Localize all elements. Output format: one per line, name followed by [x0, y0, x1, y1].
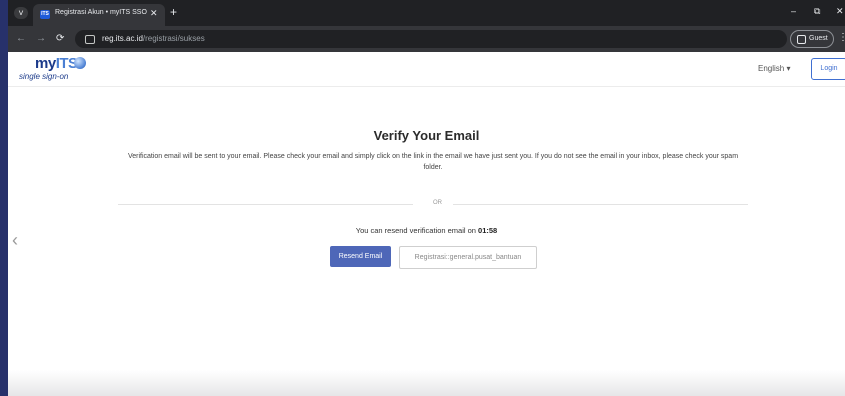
profile-button[interactable]: Guest [790, 30, 834, 48]
site-header: myITS single sign-on English ▾ Login [8, 52, 845, 87]
language-selector[interactable]: English ▾ [758, 64, 790, 73]
help-center-button[interactable]: Registrasi::general.pusat_bantuan [399, 246, 537, 269]
or-divider: OR [118, 199, 748, 209]
login-button[interactable]: Login [811, 58, 845, 80]
url-path: /registrasi/sukses [142, 34, 205, 43]
logo-subtitle: single sign-on [19, 72, 69, 81]
its-favicon-icon: ITS [40, 10, 50, 19]
close-window-button[interactable]: ✕ [836, 6, 844, 17]
new-tab-button[interactable]: + [170, 5, 177, 19]
back-button[interactable]: ← [16, 33, 26, 44]
resend-prefix: You can resend verification email on [355, 226, 479, 235]
site-info-icon[interactable] [85, 35, 95, 44]
restore-button[interactable]: ⧉ [814, 6, 820, 17]
page-title: Verify Your Email [373, 128, 480, 143]
url-domain: reg.its.ac.id [102, 34, 143, 43]
globe-icon [74, 57, 86, 69]
tab-close-icon[interactable]: ✕ [150, 8, 158, 19]
verification-description: Verification email will be sent to your … [127, 153, 739, 171]
countdown-timer: 01:58 [478, 226, 498, 235]
myits-logo[interactable]: myITS [35, 55, 78, 72]
page-footer [8, 370, 845, 396]
minimize-button[interactable]: – [791, 6, 796, 16]
forward-button[interactable]: → [36, 33, 46, 44]
browser-menu-icon[interactable]: ⋮ [838, 32, 845, 43]
browser-tab[interactable]: ITS Registrasi Akun • myITS SSO ✕ [33, 4, 165, 26]
browser-toolbar: ← → ⟳ reg.its.ac.id/registrasi/sukses Gu… [8, 26, 845, 52]
tab-search-button[interactable]: ˅ [14, 7, 28, 19]
divider-line-left [118, 204, 413, 205]
page-content: myITS single sign-on English ▾ Login ‹ V… [8, 52, 845, 396]
person-icon [797, 35, 806, 44]
resend-countdown-text: You can resend verification email on 01:… [8, 226, 845, 235]
profile-label: Guest [809, 35, 828, 42]
tab-title: Registrasi Akun • myITS SSO [55, 9, 147, 16]
logo-my-text: my [35, 55, 56, 72]
resend-email-button[interactable]: Resend Email [330, 246, 391, 267]
divider-line-right [453, 204, 748, 205]
url-text: reg.its.ac.id/registrasi/sukses [102, 34, 205, 43]
reload-button[interactable]: ⟳ [56, 33, 64, 44]
browser-window: ˅ ITS Registrasi Akun • myITS SSO ✕ + – … [8, 0, 845, 396]
address-bar[interactable]: reg.its.ac.id/registrasi/sukses [75, 30, 787, 48]
tab-strip: ˅ ITS Registrasi Akun • myITS SSO ✕ + – … [8, 0, 845, 26]
